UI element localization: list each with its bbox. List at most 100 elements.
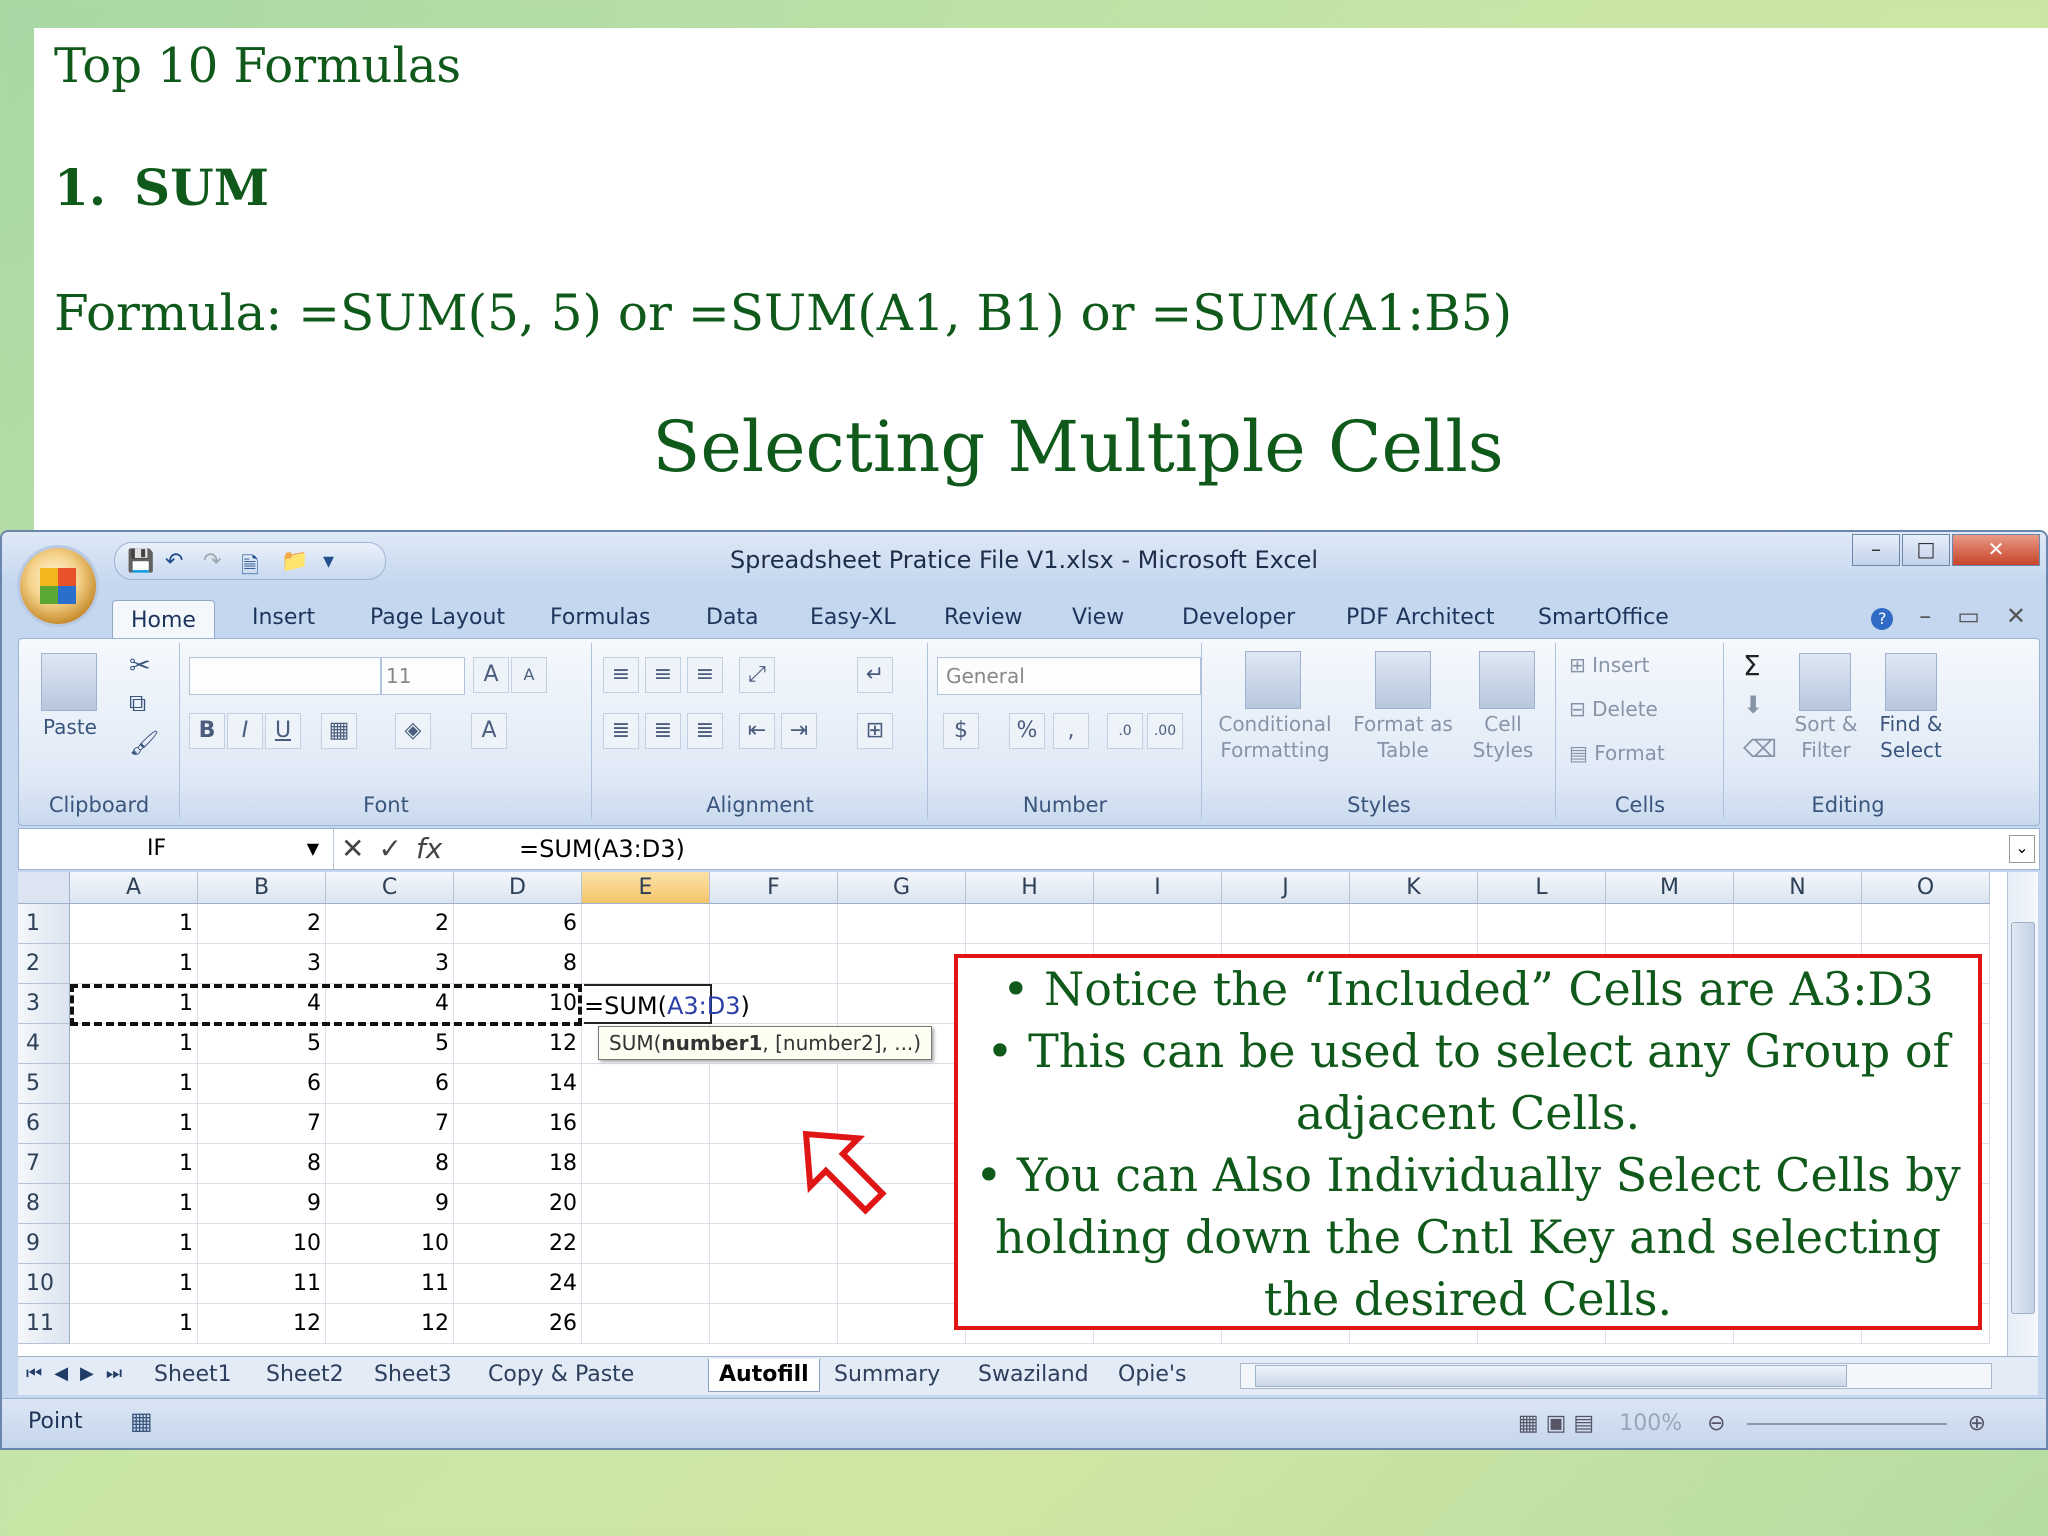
- cell[interactable]: 3: [326, 944, 454, 984]
- paste-icon[interactable]: [41, 653, 97, 711]
- row-header[interactable]: 11: [18, 1304, 70, 1344]
- cell[interactable]: 9: [198, 1184, 326, 1224]
- cell[interactable]: [582, 1064, 710, 1104]
- cell[interactable]: [710, 1264, 838, 1304]
- cell[interactable]: 12: [326, 1304, 454, 1344]
- sheet-tab[interactable]: Opie's: [1118, 1359, 1186, 1391]
- sheet-tab[interactable]: Sheet2: [266, 1359, 344, 1391]
- cell[interactable]: [1734, 904, 1862, 944]
- cell[interactable]: 1: [70, 904, 198, 944]
- cell[interactable]: [838, 1304, 966, 1344]
- cell[interactable]: 1: [70, 1144, 198, 1184]
- cell[interactable]: 11: [198, 1264, 326, 1304]
- minimize-button[interactable]: –: [1852, 534, 1900, 566]
- sheet-tab[interactable]: Swaziland: [978, 1359, 1089, 1391]
- cell[interactable]: [1094, 904, 1222, 944]
- vertical-scroll-thumb[interactable]: [2011, 922, 2035, 1314]
- align-center-icon[interactable]: ≣: [645, 713, 681, 749]
- cell[interactable]: 26: [454, 1304, 582, 1344]
- cell[interactable]: 8: [198, 1144, 326, 1184]
- cell[interactable]: 2: [326, 904, 454, 944]
- open-icon[interactable]: 📁: [281, 549, 308, 574]
- vertical-scrollbar[interactable]: [2007, 872, 2038, 1356]
- row-header[interactable]: 7: [18, 1144, 70, 1184]
- active-cell-editor[interactable]: =SUM(A3:D3): [584, 984, 750, 1024]
- align-left-icon[interactable]: ≣: [603, 713, 639, 749]
- tab-easy-xl[interactable]: Easy-XL: [810, 598, 896, 638]
- wrap-text-icon[interactable]: ↵: [857, 657, 893, 693]
- cell[interactable]: 1: [70, 1104, 198, 1144]
- macro-record-icon[interactable]: ▦: [130, 1407, 153, 1435]
- name-box-dropdown-icon[interactable]: ▼: [307, 829, 319, 869]
- cell[interactable]: 9: [326, 1184, 454, 1224]
- decrease-indent-icon[interactable]: ⇤: [739, 713, 775, 749]
- format-cells-button[interactable]: ▤ Format: [1569, 741, 1665, 765]
- align-middle-icon[interactable]: ≡: [645, 657, 681, 693]
- cell[interactable]: 1: [70, 1064, 198, 1104]
- cell[interactable]: [838, 904, 966, 944]
- align-right-icon[interactable]: ≣: [687, 713, 723, 749]
- close-button[interactable]: ✕: [1952, 534, 2040, 566]
- number-format-combo[interactable]: General: [937, 657, 1201, 695]
- cell[interactable]: [582, 1184, 710, 1224]
- redo-icon[interactable]: ↷: [203, 549, 221, 574]
- cell[interactable]: [582, 1104, 710, 1144]
- underline-icon[interactable]: U: [265, 713, 301, 749]
- column-header-n[interactable]: N: [1734, 872, 1862, 904]
- cut-icon[interactable]: ✂: [129, 651, 151, 681]
- format-as-table-button[interactable]: Format as Table: [1353, 711, 1453, 763]
- cell[interactable]: [838, 1264, 966, 1304]
- column-header-f[interactable]: F: [710, 872, 838, 904]
- column-header-h[interactable]: H: [966, 872, 1094, 904]
- cell[interactable]: 10: [198, 1224, 326, 1264]
- cell[interactable]: 6: [326, 1064, 454, 1104]
- sheet-tab[interactable]: Copy & Paste: [488, 1359, 634, 1391]
- cell[interactable]: 11: [326, 1264, 454, 1304]
- sheet-tab[interactable]: Sheet1: [154, 1359, 232, 1391]
- currency-icon[interactable]: $: [943, 713, 979, 749]
- cell[interactable]: [710, 904, 838, 944]
- tab-review[interactable]: Review: [944, 598, 1023, 638]
- find-select-icon[interactable]: [1885, 653, 1937, 711]
- row-header[interactable]: 2: [18, 944, 70, 984]
- cell[interactable]: 18: [454, 1144, 582, 1184]
- cell[interactable]: [710, 944, 838, 984]
- cell[interactable]: 1: [70, 1184, 198, 1224]
- cell[interactable]: [838, 1224, 966, 1264]
- cell[interactable]: 7: [326, 1104, 454, 1144]
- cell[interactable]: [1606, 904, 1734, 944]
- cell[interactable]: 14: [454, 1064, 582, 1104]
- zoom-in-icon[interactable]: ⊕: [1968, 1411, 1986, 1436]
- ribbon-minimize-icon[interactable]: –: [1919, 602, 1931, 630]
- sort-filter-icon[interactable]: [1799, 653, 1851, 711]
- cell[interactable]: 5: [198, 1024, 326, 1064]
- zoom-level[interactable]: 100%: [1619, 1411, 1682, 1436]
- cell[interactable]: 1: [70, 1304, 198, 1344]
- font-color-icon[interactable]: A: [471, 713, 507, 749]
- horizontal-scrollbar[interactable]: [1240, 1363, 1992, 1389]
- customize-qat-icon[interactable]: ▾: [323, 549, 334, 574]
- print-preview-icon[interactable]: 🗎: [241, 549, 259, 587]
- font-size-combo[interactable]: 11: [381, 657, 465, 695]
- orientation-icon[interactable]: ⤢: [739, 657, 775, 693]
- conditional-formatting-icon[interactable]: [1245, 651, 1301, 709]
- cell[interactable]: [710, 1224, 838, 1264]
- paste-button[interactable]: Paste: [25, 715, 115, 739]
- merge-center-icon[interactable]: ⊞: [857, 713, 893, 749]
- cell[interactable]: 3: [198, 944, 326, 984]
- italic-icon[interactable]: I: [227, 713, 263, 749]
- cell[interactable]: [582, 1264, 710, 1304]
- bold-icon[interactable]: B: [189, 713, 225, 749]
- cell[interactable]: 2: [198, 904, 326, 944]
- formula-input[interactable]: =SUM(A3:D3): [519, 829, 685, 869]
- column-header-m[interactable]: M: [1606, 872, 1734, 904]
- column-header-c[interactable]: C: [326, 872, 454, 904]
- cell[interactable]: 6: [454, 904, 582, 944]
- cell[interactable]: [710, 1064, 838, 1104]
- tab-insert[interactable]: Insert: [252, 598, 315, 638]
- column-header-o[interactable]: O: [1862, 872, 1990, 904]
- sort-filter-button[interactable]: Sort & Filter: [1789, 711, 1863, 763]
- cell-styles-button[interactable]: Cell Styles: [1463, 711, 1543, 763]
- cell[interactable]: [582, 1144, 710, 1184]
- cell[interactable]: [838, 984, 966, 1024]
